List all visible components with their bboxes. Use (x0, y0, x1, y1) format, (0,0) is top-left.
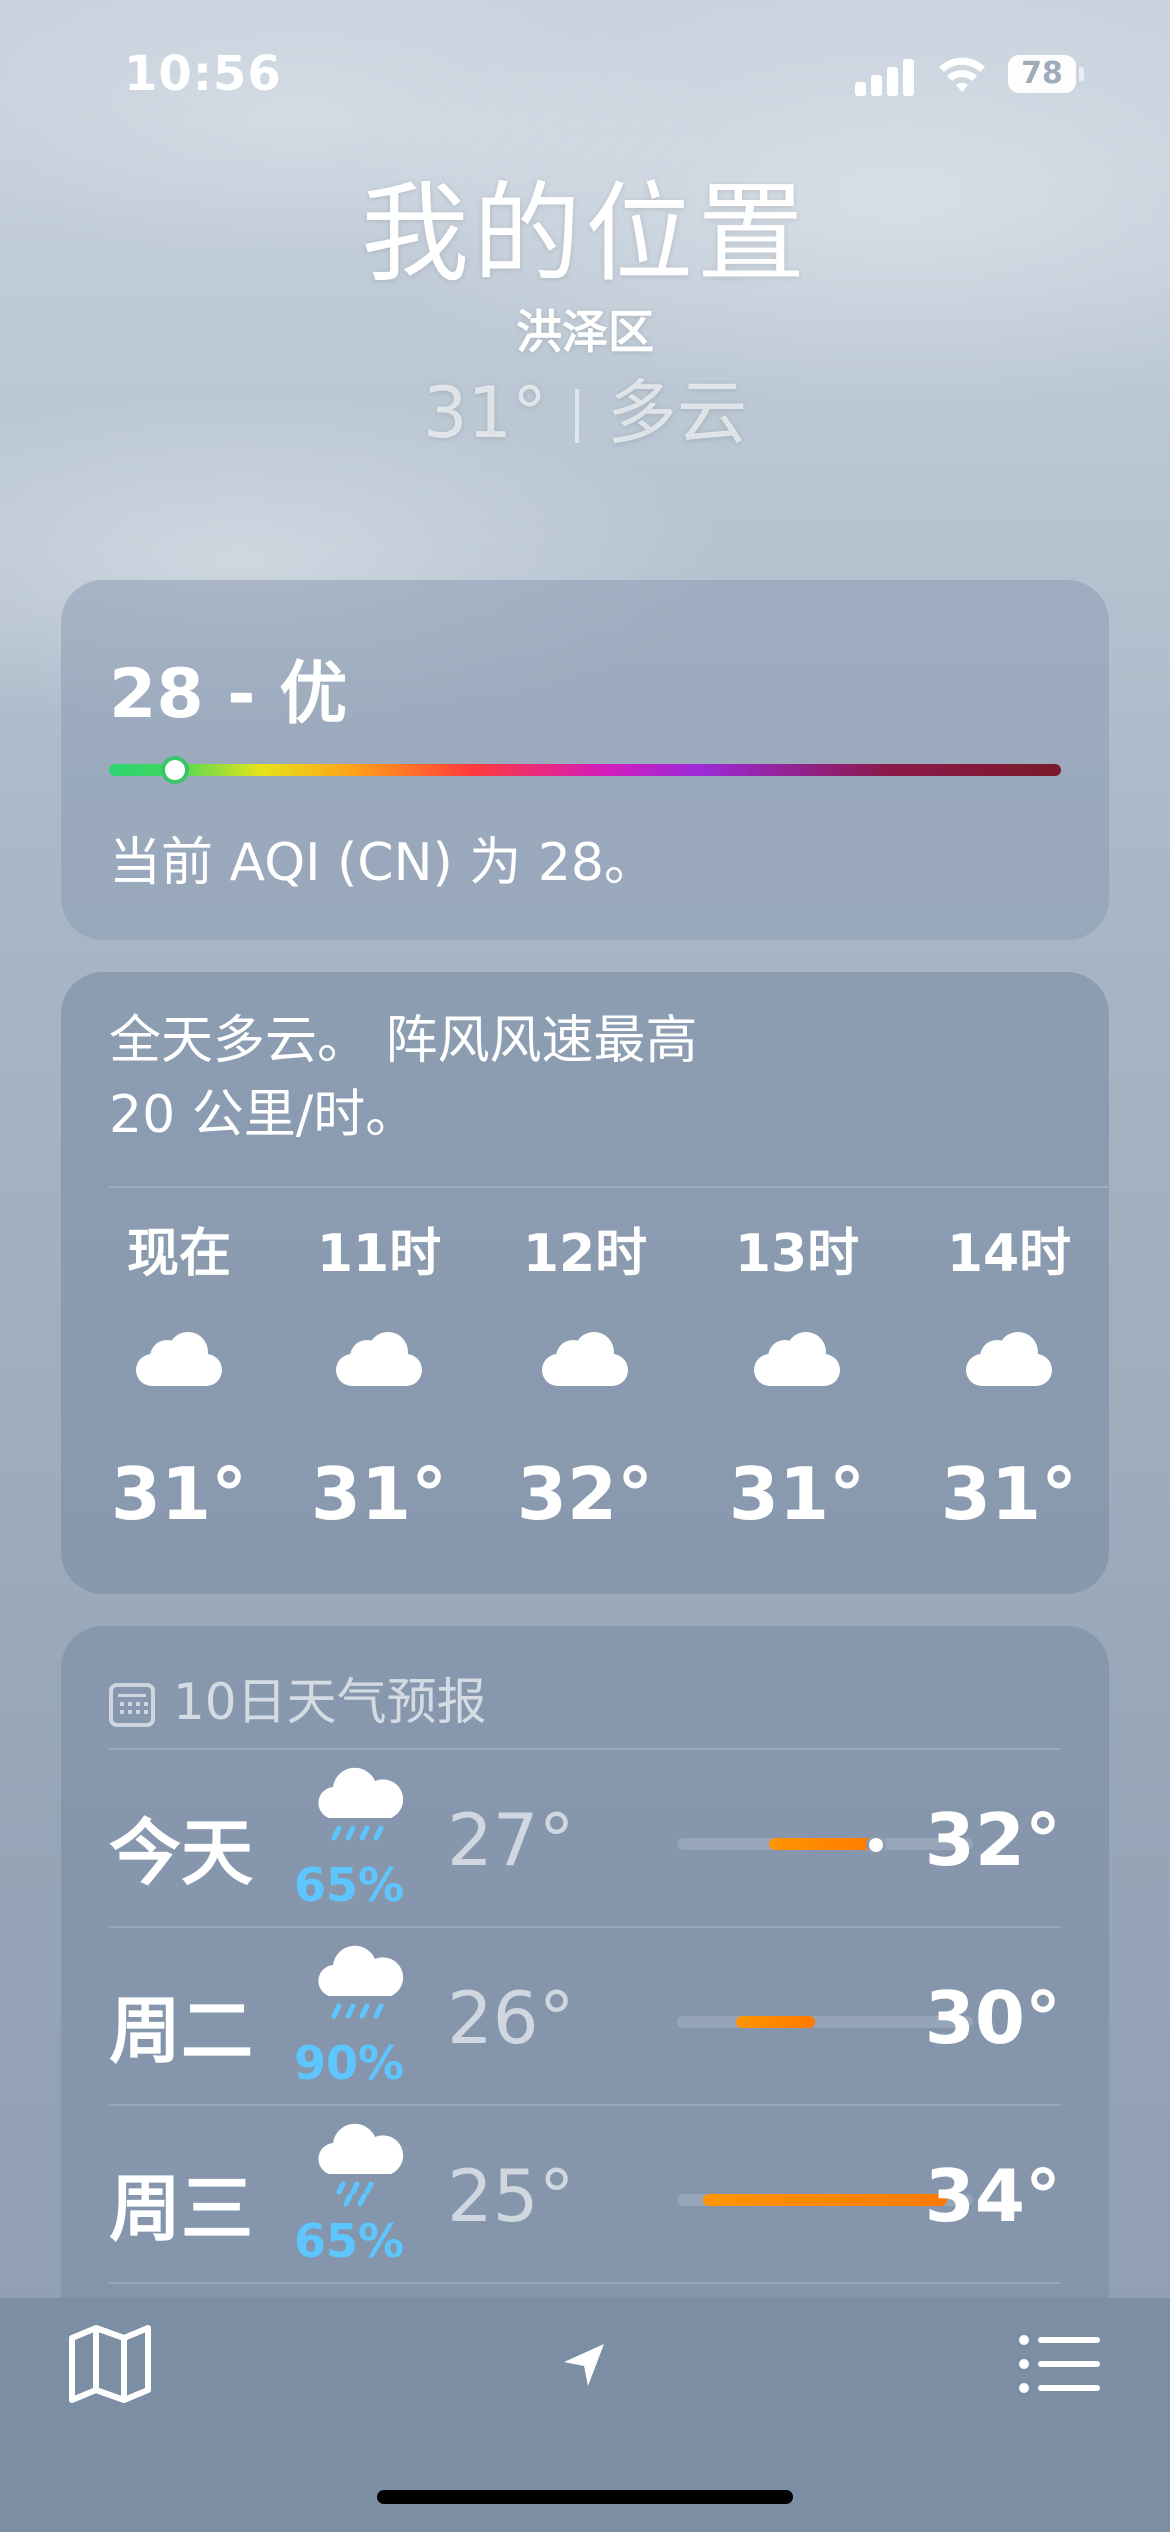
day-name: 周二 (109, 1989, 254, 2073)
cloud-rain-icon (318, 1767, 404, 1841)
aqi-indicator (165, 760, 185, 780)
location-district: 洪泽区 (516, 305, 654, 359)
hour-temp: 31° (728, 1452, 866, 1536)
ten-day-heading-label: 10日天气预报 (173, 1673, 487, 1731)
cloud-icon (309, 1314, 449, 1424)
divider (109, 1186, 1109, 1188)
ten-day-forecast-card[interactable]: 10日天气预报 今天 65% 27° 32° 周二 90% 26° 30° 周三… (61, 1626, 1109, 2346)
hour-temp: 31° (940, 1452, 1078, 1536)
wifi-icon (939, 57, 985, 92)
cloud-rain-icon (318, 1945, 404, 2019)
hour-temp: 31° (110, 1452, 248, 1536)
hourly-forecast-card[interactable]: 全天多云。 阵风风速最高 20 公里/时。 现在 31° 11时 31° 12时… (61, 972, 1109, 1594)
current-condition: 多云 (607, 372, 748, 454)
hour-item: 13时 31° (727, 1218, 867, 1536)
status-bar: 10:56 78 (0, 0, 1170, 150)
calendar-icon (109, 1683, 155, 1727)
current-temp-dot (866, 1835, 887, 1855)
cellular-signal-icon (855, 56, 915, 96)
precip-chance: 90% (293, 2036, 405, 2090)
current-conditions: 31° 多云 (0, 368, 1170, 458)
day-row[interactable]: 今天 65% 27° 32° (109, 1748, 1061, 1928)
low-temp: 25° (447, 2154, 575, 2238)
hourly-list[interactable]: 现在 31° 11时 31° 12时 32° 13时 31° 14时 31° (109, 1218, 1079, 1558)
hour-temp: 31° (310, 1452, 448, 1536)
hour-label: 12时 (522, 1224, 648, 1284)
location-title: 我的位置 (360, 172, 809, 297)
day-row[interactable]: 周三 65% 25° 34° (109, 2104, 1061, 2284)
hour-label: 14时 (946, 1224, 1072, 1284)
hour-item: 14时 31° (939, 1218, 1079, 1536)
aqi-description: 当前 AQI (CN) 为 28。 (109, 833, 656, 893)
precip-chance: 65% (293, 2214, 405, 2268)
hour-item: 11时 31° (309, 1218, 449, 1536)
day-name: 周三 (109, 2167, 254, 2251)
battery-level: 78 (1008, 55, 1076, 93)
hourly-summary-line1: 全天多云。 阵风风速最高 (109, 1011, 698, 1071)
hour-label: 11时 (316, 1224, 442, 1284)
hour-temp: 32° (516, 1452, 654, 1536)
low-temp: 27° (447, 1798, 575, 1882)
aqi-title: 28 - 优 (109, 655, 348, 734)
aqi-scale-bar (109, 764, 1061, 776)
cloud-icon (939, 1314, 1079, 1424)
day-name: 今天 (109, 1811, 254, 1895)
battery-icon: 78 (1008, 55, 1084, 95)
cloud-icon (727, 1314, 867, 1424)
hourly-summary-line2: 20 公里/时。 (109, 1085, 418, 1145)
cloud-icon (109, 1314, 249, 1424)
hour-item: 12时 32° (515, 1218, 655, 1536)
temp-range-fill (735, 2016, 816, 2028)
list-icon[interactable] (1018, 2332, 1102, 2396)
hour-label: 13时 (734, 1224, 860, 1284)
location-arrow-icon[interactable] (560, 2340, 610, 2390)
high-temp: 34° (924, 2154, 1061, 2238)
day-row[interactable]: 周二 90% 26° 30° (109, 1926, 1061, 2106)
hour-item: 现在 31° (109, 1218, 249, 1536)
home-indicator[interactable] (377, 2490, 793, 2504)
divider (575, 389, 580, 443)
hourly-summary: 全天多云。 阵风风速最高 20 公里/时。 (109, 1004, 1009, 1152)
current-temp: 31° (422, 372, 548, 454)
status-time: 10:56 (124, 46, 282, 102)
location-header: 我的位置 洪泽区 31° 多云 (0, 170, 1170, 458)
temp-range-fill (768, 1838, 882, 1850)
precip-chance: 65% (293, 1858, 405, 1912)
high-temp: 32° (924, 1798, 1061, 1882)
low-temp: 26° (447, 1976, 575, 2060)
ten-day-heading: 10日天气预报 (109, 1662, 487, 1734)
map-icon[interactable] (66, 2324, 154, 2404)
cloud-rain-icon (318, 2123, 404, 2207)
cloud-icon (515, 1314, 655, 1424)
hour-label: 现在 (126, 1224, 231, 1284)
temp-range-fill (703, 2194, 947, 2206)
aqi-card[interactable]: 28 - 优 当前 AQI (CN) 为 28。 (61, 580, 1109, 940)
high-temp: 30° (924, 1976, 1061, 2060)
